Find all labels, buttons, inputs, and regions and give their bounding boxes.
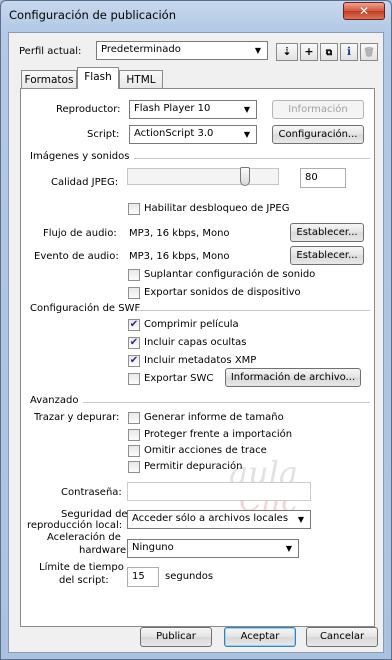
hidden-layers-checkbox[interactable]: ✔ xyxy=(128,337,140,349)
size-report-label: Generar informe de tamaño xyxy=(144,412,284,423)
allow-debug-label: Permitir depuración xyxy=(144,461,243,472)
chevron-down-icon: ▼ xyxy=(285,544,293,553)
advanced-section-title: Avanzado xyxy=(30,395,79,406)
player-select[interactable]: Flash Player 10 ▼ xyxy=(129,100,257,119)
profile-label: Perfil actual: xyxy=(19,46,82,57)
jpeg-deblock-label: Habilitar desbloqueo de JPEG xyxy=(144,203,290,214)
profile-select[interactable]: Predeterminado ▼ xyxy=(96,41,268,60)
hw-accel-select[interactable]: Ninguno ▼ xyxy=(127,539,299,558)
chevron-down-icon: ▼ xyxy=(243,130,251,139)
override-sound-checkbox[interactable] xyxy=(128,269,140,281)
script-select[interactable]: ActionScript 3.0 ▼ xyxy=(129,125,257,144)
section-divider xyxy=(134,158,370,159)
export-swc-label: Exportar SWC xyxy=(144,373,214,384)
window-title: Configuración de publicación xyxy=(9,8,176,22)
delete-profile-button[interactable]: 🗑 xyxy=(360,43,378,61)
protect-import-checkbox[interactable] xyxy=(128,429,140,441)
allow-debug-checkbox[interactable] xyxy=(128,461,140,473)
audio-stream-value: MP3, 16 kbps, Mono xyxy=(129,228,230,239)
local-security-label-2: reproducción local: xyxy=(27,520,123,531)
swf-section-title: Configuración de SWF xyxy=(30,303,141,314)
xmp-metadata-label: Incluir metadatos XMP xyxy=(144,355,257,366)
protect-import-label: Proteger frente a importación xyxy=(144,429,293,440)
images-sounds-title: Imágenes y sonidos xyxy=(30,151,130,162)
timeout-unit: segundos xyxy=(165,571,214,582)
timeout-label-1: Límite de tiempo xyxy=(39,562,124,573)
export-device-sounds-label: Exportar sonidos de dispositivo xyxy=(144,287,301,298)
override-sound-label: Suplantar configuración de sonido xyxy=(144,269,316,280)
jpeg-quality-label: Calidad JPEG: xyxy=(51,177,119,188)
jpeg-deblock-checkbox[interactable] xyxy=(128,203,140,215)
hw-accel-label-1: Aceleración de xyxy=(47,532,121,543)
profile-value: Predeterminado xyxy=(101,44,181,55)
hw-accel-label-2: hardware: xyxy=(79,545,130,556)
compress-movie-label: Comprimir película xyxy=(144,319,239,330)
hw-accel-value: Ninguno xyxy=(132,542,174,553)
file-info-button[interactable]: Información de archivo... xyxy=(225,368,361,387)
jpeg-quality-slider[interactable] xyxy=(127,167,279,186)
import-export-button[interactable]: ⇣ xyxy=(276,43,298,61)
script-config-button[interactable]: Configuración... xyxy=(272,125,364,144)
duplicate-profile-button[interactable]: ⧉ xyxy=(320,43,338,61)
audio-event-label: Evento de audio: xyxy=(34,251,119,262)
chevron-down-icon: ▼ xyxy=(297,515,305,524)
chevron-down-icon: ▼ xyxy=(243,105,251,114)
player-label: Reproductor: xyxy=(56,104,121,115)
audio-event-value: MP3, 16 kbps, Mono xyxy=(129,251,230,262)
local-security-value: Acceder sólo a archivos locales xyxy=(132,513,289,524)
player-value: Flash Player 10 xyxy=(134,103,211,114)
trace-debug-label: Trazar y depurar: xyxy=(34,412,120,423)
publish-button[interactable]: Publicar xyxy=(140,627,212,647)
title-bar: Configuración de publicación ✕ xyxy=(1,1,391,31)
script-value: ActionScript 3.0 xyxy=(134,128,214,139)
script-label: Script: xyxy=(87,129,120,140)
cancel-button[interactable]: Cancelar xyxy=(306,627,378,647)
export-device-sounds-checkbox[interactable] xyxy=(128,287,140,299)
tab-flash-label: Flash xyxy=(84,71,112,83)
jpeg-quality-input[interactable]: 80 xyxy=(300,168,346,188)
tab-formats[interactable]: Formatos xyxy=(21,70,77,89)
local-security-label-1: Seguridad de xyxy=(61,509,128,520)
local-security-select[interactable]: Acceder sólo a archivos locales ▼ xyxy=(127,510,311,529)
omit-trace-checkbox[interactable] xyxy=(128,445,140,457)
omit-trace-label: Omitir acciones de trace xyxy=(144,445,267,456)
info-icon: ℹ xyxy=(346,45,352,58)
duplicate-icon: ⧉ xyxy=(325,48,333,58)
export-swc-checkbox[interactable] xyxy=(128,373,140,385)
tab-html[interactable]: HTML xyxy=(119,70,163,89)
audio-stream-set-button[interactable]: Establecer... xyxy=(290,223,364,242)
player-info-button[interactable]: Información xyxy=(272,100,364,119)
timeout-label-2: del script: xyxy=(59,575,109,586)
slider-thumb[interactable] xyxy=(240,167,250,186)
profile-info-button[interactable]: ℹ xyxy=(340,43,358,61)
xmp-metadata-checkbox[interactable]: ✔ xyxy=(128,355,140,367)
audio-event-set-button[interactable]: Establecer... xyxy=(290,246,364,265)
delete-icon: 🗑 xyxy=(363,48,375,58)
password-input[interactable] xyxy=(127,482,311,501)
flash-tab-panel: aula Clic Reproductor: Flash Player 10 ▼… xyxy=(20,88,375,627)
audio-stream-label: Flujo de audio: xyxy=(43,228,117,239)
import-export-icon: ⇣ xyxy=(282,45,292,58)
section-divider xyxy=(138,310,370,311)
size-report-checkbox[interactable] xyxy=(128,412,140,424)
password-label: Contraseña: xyxy=(61,487,122,498)
add-profile-button[interactable]: + xyxy=(300,43,318,61)
hidden-layers-label: Incluir capas ocultas xyxy=(144,337,247,348)
accept-button[interactable]: Aceptar xyxy=(224,627,296,647)
section-divider xyxy=(83,402,370,403)
compress-movie-checkbox[interactable]: ✔ xyxy=(128,319,140,331)
publish-settings-window: Configuración de publicación ✕ Perfil ac… xyxy=(0,0,392,660)
chevron-down-icon: ▼ xyxy=(254,46,262,55)
add-icon: + xyxy=(304,45,314,58)
dialog-body: Perfil actual: Predeterminado ▼ ⇣ + ⧉ ℹ … xyxy=(8,32,384,653)
tab-html-label: HTML xyxy=(126,74,156,86)
close-button[interactable]: ✕ xyxy=(343,2,385,20)
tab-formats-label: Formatos xyxy=(24,74,74,86)
tab-flash[interactable]: Flash xyxy=(77,67,119,89)
timeout-input[interactable]: 15 xyxy=(127,567,159,587)
